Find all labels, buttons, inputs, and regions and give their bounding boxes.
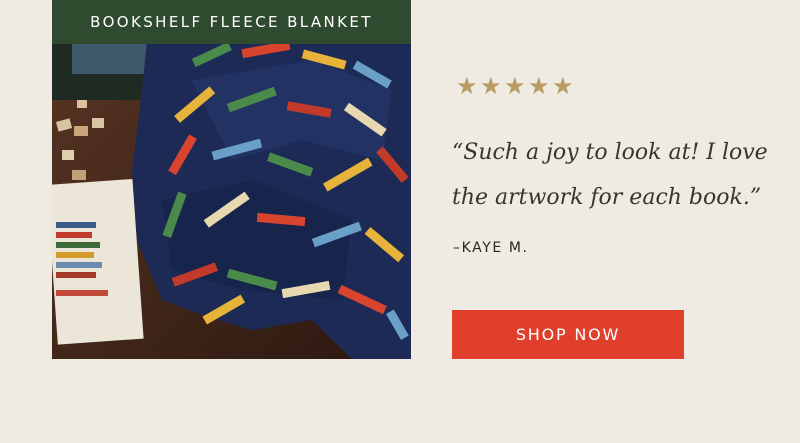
review-quote: “Such a joy to look at! I love the artwo… bbox=[452, 140, 768, 210]
review-author: –KAYE M. bbox=[453, 240, 529, 256]
star-rating: ★ ★ ★ ★ ★ bbox=[456, 72, 574, 100]
star-icon: ★ bbox=[480, 72, 502, 100]
product-image[interactable] bbox=[52, 0, 411, 359]
product-title-banner: BOOKSHELF FLEECE BLANKET bbox=[52, 0, 411, 44]
blanket-photo-illustration bbox=[52, 0, 411, 359]
shop-now-button[interactable]: SHOP NOW bbox=[452, 310, 684, 359]
star-icon: ★ bbox=[552, 72, 574, 100]
star-icon: ★ bbox=[528, 72, 550, 100]
star-icon: ★ bbox=[504, 72, 526, 100]
product-title: BOOKSHELF FLEECE BLANKET bbox=[90, 13, 373, 31]
star-icon: ★ bbox=[456, 72, 478, 100]
